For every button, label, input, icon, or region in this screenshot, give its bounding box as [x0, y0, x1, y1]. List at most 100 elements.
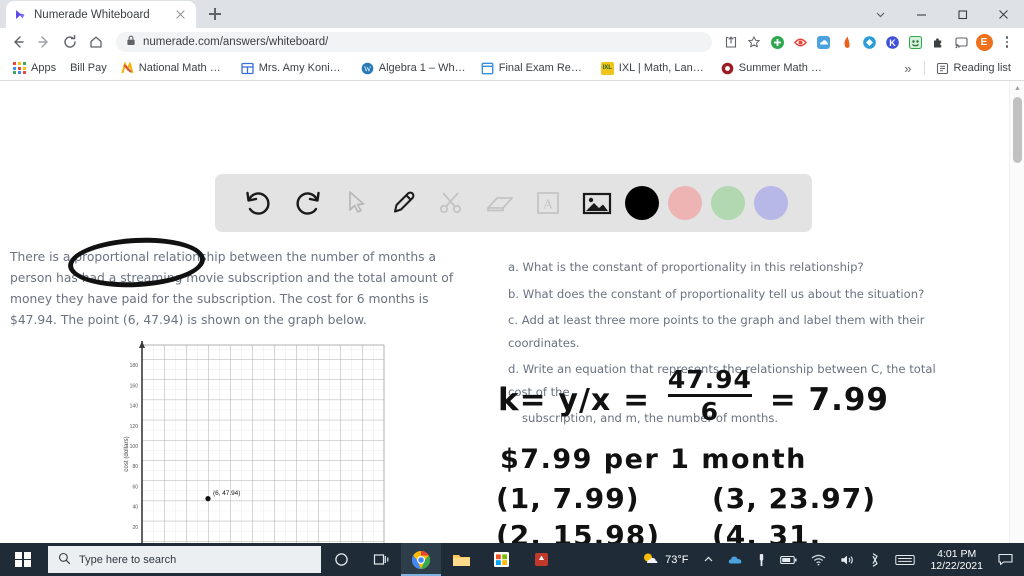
handwritten-point-1: (1, 7.99)	[496, 482, 640, 515]
bookmark-item-national-math[interactable]: National Math and...	[114, 60, 234, 77]
eraser-icon[interactable]	[476, 180, 524, 226]
handwritten-equation-k: k= y/x = 47.94 6 = 7.99	[498, 367, 889, 424]
show-hidden-icons-chevron[interactable]	[696, 543, 721, 576]
three-dot-menu-icon[interactable]	[996, 31, 1018, 53]
star-icon[interactable]	[743, 31, 765, 53]
divider	[923, 61, 925, 75]
onedrive-icon[interactable]	[721, 543, 750, 576]
text-icon[interactable]: A	[524, 180, 572, 226]
close-window-icon[interactable]	[983, 0, 1024, 28]
search-placeholder: Type here to search	[79, 553, 177, 566]
svg-text:W: W	[364, 64, 372, 73]
address-bar-url: numerade.com/answers/whiteboard/	[143, 36, 329, 48]
battery-tray-icon[interactable]	[773, 543, 804, 576]
weather-temp: 73°F	[665, 553, 689, 566]
address-bar[interactable]: numerade.com/answers/whiteboard/	[116, 32, 712, 52]
color-pink-button[interactable]	[663, 186, 706, 220]
chevron-down-icon[interactable]	[860, 0, 901, 28]
undo-icon[interactable]	[235, 180, 283, 226]
partly-cloudy-icon	[642, 551, 659, 569]
windows-taskbar: Type here to search 73°F 4:01 PM 12/22/2…	[0, 543, 1024, 576]
maximize-icon[interactable]	[942, 0, 983, 28]
color-black-button[interactable]	[621, 186, 664, 220]
color-green-button[interactable]	[706, 186, 749, 220]
svg-text:100: 100	[130, 444, 139, 450]
bookmark-label: IXL | Math, Languag...	[618, 62, 707, 74]
bookmark-item-ixl[interactable]: IXL IXL | Math, Languag...	[594, 60, 714, 77]
wifi-icon[interactable]	[804, 543, 833, 576]
color-swatch	[667, 186, 702, 220]
task-view-icon[interactable]	[361, 543, 401, 576]
bookmark-item-mrs-amy-koning[interactable]: Mrs. Amy Koning -...	[234, 60, 354, 77]
svg-text:120: 120	[130, 424, 139, 430]
image-icon[interactable]	[572, 180, 620, 226]
extension-puzzle[interactable]	[927, 31, 949, 53]
redo-icon[interactable]	[283, 180, 331, 226]
windows-start-icon[interactable]	[0, 543, 46, 576]
share-icon[interactable]	[720, 31, 742, 53]
avatar[interactable]: E	[973, 31, 995, 53]
bookmark-label: Apps	[31, 62, 57, 74]
bookmark-item-summer-math-practice[interactable]: Summer Math Pract...	[714, 60, 834, 77]
forward-arrow-icon[interactable]	[32, 30, 56, 54]
home-icon[interactable]	[84, 30, 108, 54]
svg-text:(6, 47.94): (6, 47.94)	[213, 490, 240, 497]
tab-numerade-whiteboard[interactable]: Numerade Whiteboard	[6, 1, 196, 28]
bluetooth-icon[interactable]	[862, 543, 888, 576]
cortana-icon[interactable]	[321, 543, 361, 576]
svg-text:80: 80	[132, 464, 138, 470]
reading-list-icon	[936, 62, 949, 75]
reading-list-button[interactable]: Reading list	[929, 60, 1018, 77]
question-b: b. What does the constant of proportiona…	[508, 286, 925, 301]
pencil-icon[interactable]	[380, 180, 428, 226]
bookmark-item-bill-pay[interactable]: Bill Pay	[63, 60, 114, 76]
numerade-icon	[14, 8, 27, 21]
search-input[interactable]: Type here to search	[48, 546, 321, 573]
color-purple-button[interactable]	[749, 186, 792, 220]
svg-text:20: 20	[132, 525, 138, 531]
hw-k-result: 7.99	[808, 382, 889, 418]
bookmark-label: Summer Math Pract...	[738, 62, 827, 74]
bookmarks-overflow-button[interactable]: »	[896, 61, 919, 76]
extension-blue-cloud[interactable]	[812, 31, 834, 53]
back-arrow-icon[interactable]	[6, 30, 30, 54]
hw-k-eq1: =	[623, 382, 651, 418]
usb-icon[interactable]	[750, 543, 773, 576]
file-explorer-icon[interactable]	[441, 543, 481, 576]
reload-icon[interactable]	[58, 30, 82, 54]
extension-blue-diamond[interactable]	[858, 31, 880, 53]
svg-text:40: 40	[132, 505, 138, 511]
weather-widget[interactable]: 73°F	[634, 551, 696, 569]
extension-red-swirl[interactable]	[789, 31, 811, 53]
page-scrollbar[interactable]: ▲ ▼	[1009, 81, 1024, 576]
microsoft-store-icon[interactable]	[481, 543, 521, 576]
minimize-icon[interactable]	[901, 0, 942, 28]
bookmark-apps[interactable]: Apps	[6, 60, 63, 77]
clock[interactable]: 4:01 PM 12/22/2021	[922, 548, 991, 572]
bookmark-label: National Math and...	[138, 62, 227, 74]
pinned-app-icon[interactable]	[521, 543, 561, 576]
chrome-icon[interactable]	[401, 543, 441, 576]
cast-icon[interactable]	[950, 31, 972, 53]
close-tab-icon[interactable]	[173, 7, 188, 22]
bookmark-favicon: IXL	[600, 61, 614, 75]
scissors-icon[interactable]	[428, 180, 476, 226]
notifications-icon[interactable]	[991, 543, 1020, 576]
scroll-up-icon[interactable]: ▲	[1010, 81, 1024, 95]
extension-k-badge[interactable]: K	[881, 31, 903, 53]
scrollbar-thumb[interactable]	[1013, 97, 1022, 163]
volume-icon[interactable]	[833, 543, 862, 576]
bookmark-item-final-exam-review[interactable]: Final Exam Review -...	[474, 60, 594, 77]
new-tab-button[interactable]	[204, 3, 226, 25]
bookmark-item-algebra-1[interactable]: W Algebra 1 – When...	[354, 60, 474, 77]
bookmark-favicon	[481, 62, 494, 75]
extension-green-face[interactable]	[904, 31, 926, 53]
keyboard-icon[interactable]	[888, 543, 922, 576]
extension-green-plus[interactable]	[766, 31, 788, 53]
extension-orange-flame[interactable]	[835, 31, 857, 53]
hw-k-ratio: y/x	[558, 383, 612, 418]
lock-icon	[126, 33, 136, 51]
browser-toolbar: numerade.com/answers/whiteboard/ K E	[0, 28, 1024, 56]
bookmark-label: Algebra 1 – When...	[378, 62, 467, 74]
cursor-icon[interactable]	[331, 180, 379, 226]
